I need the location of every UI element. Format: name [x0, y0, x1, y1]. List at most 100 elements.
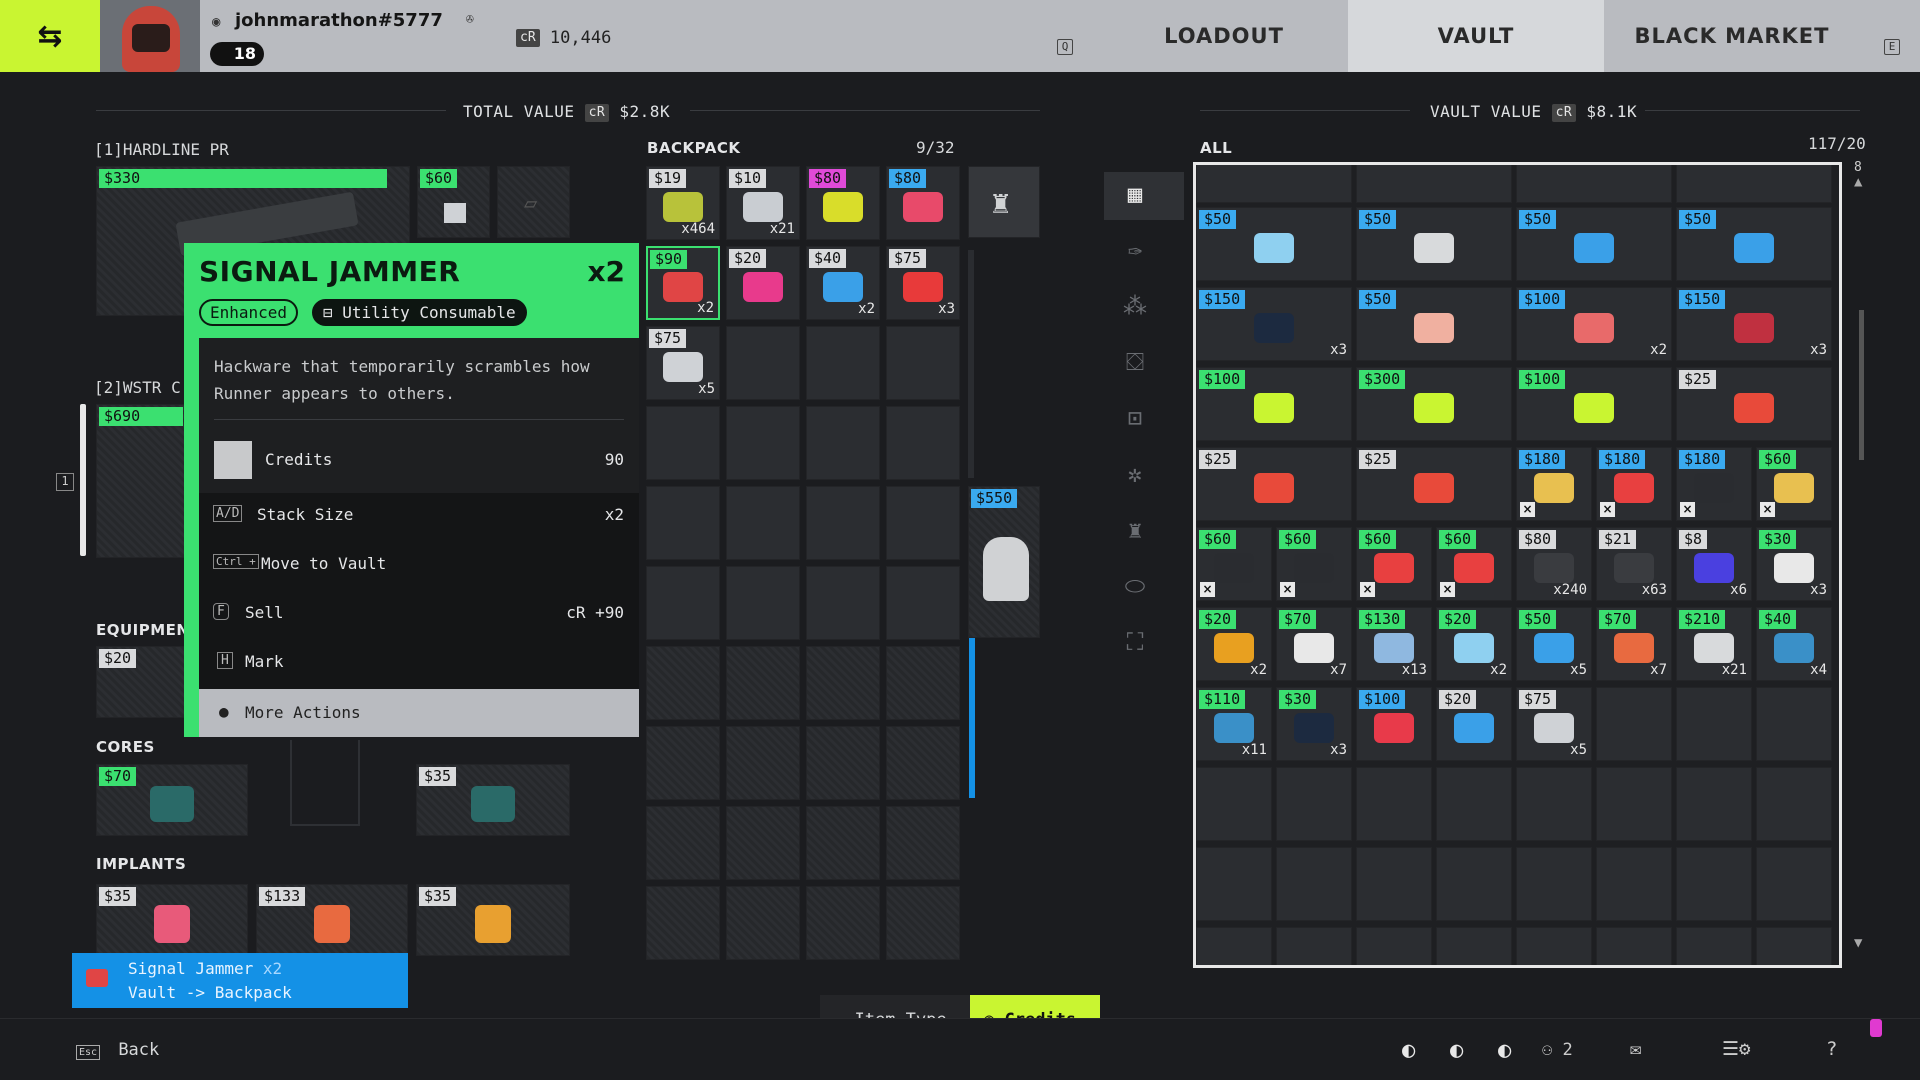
- backpack-slot[interactable]: $10 x21: [726, 166, 800, 240]
- backpack-slot[interactable]: $20: [726, 246, 800, 320]
- vault-slot-small[interactable]: [1596, 687, 1672, 761]
- backpack-slot[interactable]: $19 x464: [646, 166, 720, 240]
- filter-weapons-icon[interactable]: ✑: [1115, 230, 1155, 270]
- avatar[interactable]: [100, 0, 200, 72]
- vault-slot-empty[interactable]: [1516, 927, 1592, 965]
- vault-slot-small[interactable]: $180 ×: [1596, 447, 1672, 521]
- vault-slot-empty[interactable]: [1756, 847, 1832, 921]
- unequip-icon[interactable]: ×: [1200, 582, 1215, 597]
- backpack-slot[interactable]: [886, 326, 960, 400]
- backpack-slot[interactable]: $75 x3: [886, 246, 960, 320]
- vault-slot-small[interactable]: $21 x63: [1596, 527, 1672, 601]
- vault-slot-empty[interactable]: [1436, 767, 1512, 841]
- tab-black-market[interactable]: BLACK MARKET: [1604, 0, 1860, 72]
- vault-slot[interactable]: $100: [1516, 367, 1672, 441]
- vault-slot[interactable]: $50: [1356, 207, 1512, 281]
- vault-slot[interactable]: $25: [1676, 367, 1832, 441]
- backpack-slot[interactable]: [886, 486, 960, 560]
- mail-icon[interactable]: ✉: [1630, 1038, 1641, 1060]
- backpack-slot[interactable]: $80: [806, 166, 880, 240]
- unequip-icon[interactable]: ×: [1280, 582, 1295, 597]
- vault-slot-empty[interactable]: [1516, 767, 1592, 841]
- vault-slot[interactable]: $50: [1516, 207, 1672, 281]
- implant-slot-2[interactable]: $133: [256, 884, 408, 956]
- vault-slot-small[interactable]: $180 ×: [1516, 447, 1592, 521]
- filter-runner-icon[interactable]: ♜: [1115, 510, 1155, 550]
- backpack-slot[interactable]: [806, 326, 880, 400]
- implant-slot-1[interactable]: $35: [96, 884, 248, 956]
- unequip-icon[interactable]: ×: [1680, 502, 1695, 517]
- backpack-slot[interactable]: [646, 726, 720, 800]
- vault-slot-small[interactable]: $210 x21: [1676, 607, 1752, 681]
- vault-slot-small[interactable]: $75 x5: [1516, 687, 1592, 761]
- backpack-slot[interactable]: [726, 646, 800, 720]
- vault-slot-small[interactable]: $8 x6: [1676, 527, 1752, 601]
- backpack-slot[interactable]: [726, 886, 800, 960]
- vault-slot-empty[interactable]: [1756, 767, 1832, 841]
- backpack-slot[interactable]: [726, 806, 800, 880]
- party-count[interactable]: ⚇ 2: [1542, 1040, 1573, 1060]
- filter-mods-icon[interactable]: ⛶: [1115, 622, 1155, 662]
- backpack-scrollbar[interactable]: [969, 638, 975, 798]
- backpack-equip-slot[interactable]: ♜: [968, 166, 1040, 238]
- vault-slot-partial[interactable]: [1516, 165, 1672, 203]
- vault-slot-small[interactable]: $110 x11: [1196, 687, 1272, 761]
- vault-scrollbar[interactable]: 8 ▲ ▼: [1852, 160, 1870, 966]
- weapon2-slot-card[interactable]: $690: [96, 404, 186, 558]
- unequip-icon[interactable]: ×: [1760, 502, 1775, 517]
- core-slot-2[interactable]: $35: [416, 764, 570, 836]
- vault-slot-empty[interactable]: [1276, 847, 1352, 921]
- backpack-slot[interactable]: [886, 646, 960, 720]
- vault-slot-empty[interactable]: [1276, 927, 1352, 965]
- vault-slot-partial[interactable]: [1356, 165, 1512, 203]
- vault-slot-empty[interactable]: [1676, 847, 1752, 921]
- unequip-icon[interactable]: ×: [1520, 502, 1535, 517]
- backpack-slot[interactable]: $80: [886, 166, 960, 240]
- equipment-slot[interactable]: $20: [96, 646, 186, 718]
- backpack-slot[interactable]: [726, 726, 800, 800]
- unequip-icon[interactable]: ×: [1600, 502, 1615, 517]
- vault-slot[interactable]: $50: [1196, 207, 1352, 281]
- backpack-slot[interactable]: [726, 406, 800, 480]
- implant-slot-3[interactable]: $35: [416, 884, 570, 956]
- backpack-slot[interactable]: [806, 406, 880, 480]
- vault-slot-small[interactable]: $30 x3: [1276, 687, 1352, 761]
- backpack-slot[interactable]: [806, 566, 880, 640]
- vault-slot-empty[interactable]: [1596, 847, 1672, 921]
- weapon1-mod-slot[interactable]: $60: [417, 166, 490, 238]
- vault-slot-small[interactable]: $80 x240: [1516, 527, 1592, 601]
- backpack-slot[interactable]: [886, 566, 960, 640]
- backpack-slot[interactable]: [806, 486, 880, 560]
- vault-slot-empty[interactable]: [1676, 767, 1752, 841]
- backpack-slot[interactable]: [886, 406, 960, 480]
- vault-slot-empty[interactable]: [1196, 847, 1272, 921]
- vault-slot[interactable]: $50: [1356, 287, 1512, 361]
- vault-slot[interactable]: $150 x3: [1676, 287, 1832, 361]
- backpack-slot[interactable]: [646, 566, 720, 640]
- vault-slot-empty[interactable]: [1356, 767, 1432, 841]
- vault-slot-small[interactable]: $130 x13: [1356, 607, 1432, 681]
- tab-vault[interactable]: VAULT: [1348, 0, 1604, 72]
- vault-slot-small[interactable]: $60 ×: [1276, 527, 1352, 601]
- filter-cores-icon[interactable]: ✲: [1115, 454, 1155, 494]
- backpack-slot[interactable]: [806, 726, 880, 800]
- vault-slot-empty[interactable]: [1596, 767, 1672, 841]
- core-slot-1[interactable]: $70: [96, 764, 248, 836]
- backpack-slot[interactable]: [726, 486, 800, 560]
- vault-slot-small[interactable]: $20 x2: [1196, 607, 1272, 681]
- chat-icon[interactable]: ◐: [1402, 1038, 1415, 1063]
- backpack-slot[interactable]: [726, 326, 800, 400]
- vault-slot-empty[interactable]: [1356, 927, 1432, 965]
- friend-icon[interactable]: ◐: [1450, 1038, 1463, 1063]
- filter-implants-icon[interactable]: ⬭: [1115, 566, 1155, 606]
- vault-slot-small[interactable]: $60 ×: [1356, 527, 1432, 601]
- vault-slot-small[interactable]: $20 x2: [1436, 607, 1512, 681]
- backpack-slot[interactable]: [646, 806, 720, 880]
- vault-slot-partial[interactable]: [1196, 165, 1352, 203]
- settings-icon[interactable]: ☰⚙: [1722, 1038, 1750, 1060]
- vault-slot-small[interactable]: $60 ×: [1436, 527, 1512, 601]
- swap-icon[interactable]: ⇆: [0, 0, 100, 72]
- backpack-slot[interactable]: [886, 806, 960, 880]
- vault-slot-small[interactable]: $60 ×: [1196, 527, 1272, 601]
- backpack-slot[interactable]: $75 x5: [646, 326, 720, 400]
